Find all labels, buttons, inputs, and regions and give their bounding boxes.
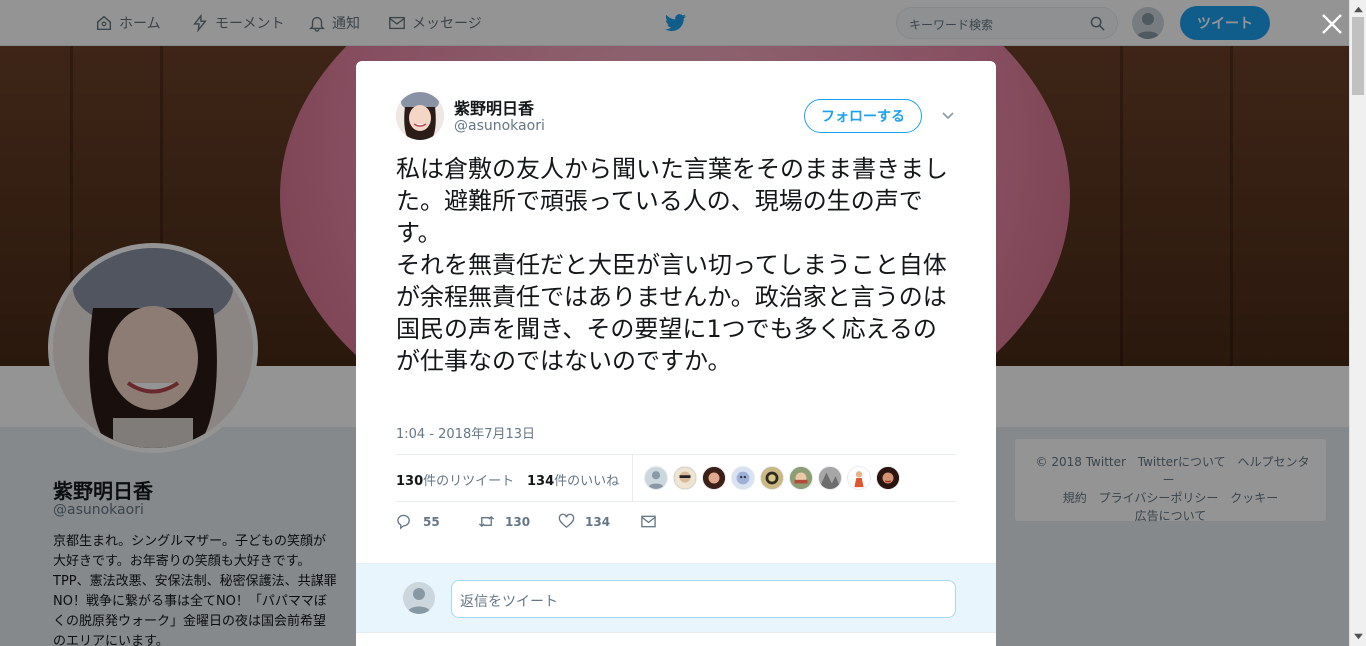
- heart-icon: [558, 513, 575, 529]
- reply-composer: 返信をツイート: [356, 563, 996, 633]
- liker-photo-icon: [848, 467, 870, 489]
- retweet-icon: [478, 515, 495, 528]
- retweet-stat-label: 件のリツイート: [423, 474, 515, 489]
- author-name[interactable]: 紫野明日香: [454, 95, 534, 119]
- like-stat-label: 件のいいね: [554, 474, 620, 489]
- liker-avatar[interactable]: [847, 466, 871, 490]
- default-avatar-icon: [647, 471, 665, 489]
- scroll-up-arrow-icon[interactable]: [1353, 4, 1364, 14]
- page-scrollbar[interactable]: [1349, 0, 1366, 646]
- liker-photo-icon: [790, 467, 812, 489]
- retweet-stat-count: 130: [396, 474, 424, 489]
- liker-photo-icon: [674, 467, 696, 489]
- liker-photo-icon: [819, 467, 841, 489]
- reply-placeholder: 返信をツイート: [460, 594, 558, 610]
- tweet-text: 私は倉敷の友人から聞いた言葉をそのまま書きました。避難所で頑張っている人の、現場…: [396, 155, 948, 375]
- retweet-action[interactable]: 130: [478, 513, 530, 530]
- reply-action[interactable]: 55: [396, 513, 440, 530]
- liker-avatar[interactable]: [644, 466, 668, 490]
- liker-avatars: [644, 466, 900, 490]
- tweet-modal: 紫野明日香 @asunokaori フォローする 私は倉敷の友人から聞いた言葉を…: [356, 61, 996, 646]
- liker-avatar[interactable]: [818, 466, 842, 490]
- like-stat-count: 134: [527, 474, 555, 489]
- retweet-stat[interactable]: 130件のリツイート: [396, 470, 514, 489]
- like-action[interactable]: 134: [558, 513, 610, 530]
- liker-photo-icon: [877, 467, 899, 489]
- liker-avatar[interactable]: [760, 466, 784, 490]
- reply-input[interactable]: 返信をツイート: [451, 580, 956, 618]
- follow-button[interactable]: フォローする: [804, 99, 922, 133]
- liker-avatar[interactable]: [876, 466, 900, 490]
- scroll-down-arrow-icon[interactable]: [1353, 632, 1364, 642]
- stats-divider: [632, 455, 633, 502]
- reply-icon: [397, 514, 410, 530]
- liker-avatar[interactable]: [789, 466, 813, 490]
- reply-avatar: [403, 582, 435, 614]
- reply-count: 55: [423, 514, 440, 529]
- author-handle[interactable]: @asunokaori: [454, 118, 545, 134]
- replies-list-start: [356, 633, 996, 646]
- retweet-count: 130: [505, 514, 531, 529]
- liker-photo-icon: [732, 467, 754, 489]
- liker-photo-icon: [761, 467, 783, 489]
- tweet-timestamp[interactable]: 1:04 - 2018年7月13日: [396, 423, 535, 442]
- liker-photo-icon: [703, 467, 725, 489]
- close-icon[interactable]: [1320, 12, 1344, 36]
- author-avatar[interactable]: [396, 92, 444, 140]
- direct-message-action[interactable]: [640, 513, 657, 530]
- author-photo-icon: [396, 92, 444, 140]
- default-avatar-icon: [407, 588, 431, 614]
- liker-avatar[interactable]: [731, 466, 755, 490]
- scrollbar-thumb[interactable]: [1352, 17, 1364, 95]
- liker-avatar[interactable]: [702, 466, 726, 490]
- liker-avatar[interactable]: [673, 466, 697, 490]
- like-stat[interactable]: 134件のいいね: [527, 470, 619, 489]
- tweet-stats: 130件のリツイート 134件のいいね: [396, 454, 956, 502]
- like-count: 134: [585, 514, 611, 529]
- envelope-icon: [641, 515, 656, 528]
- chevron-down-icon[interactable]: [941, 111, 955, 121]
